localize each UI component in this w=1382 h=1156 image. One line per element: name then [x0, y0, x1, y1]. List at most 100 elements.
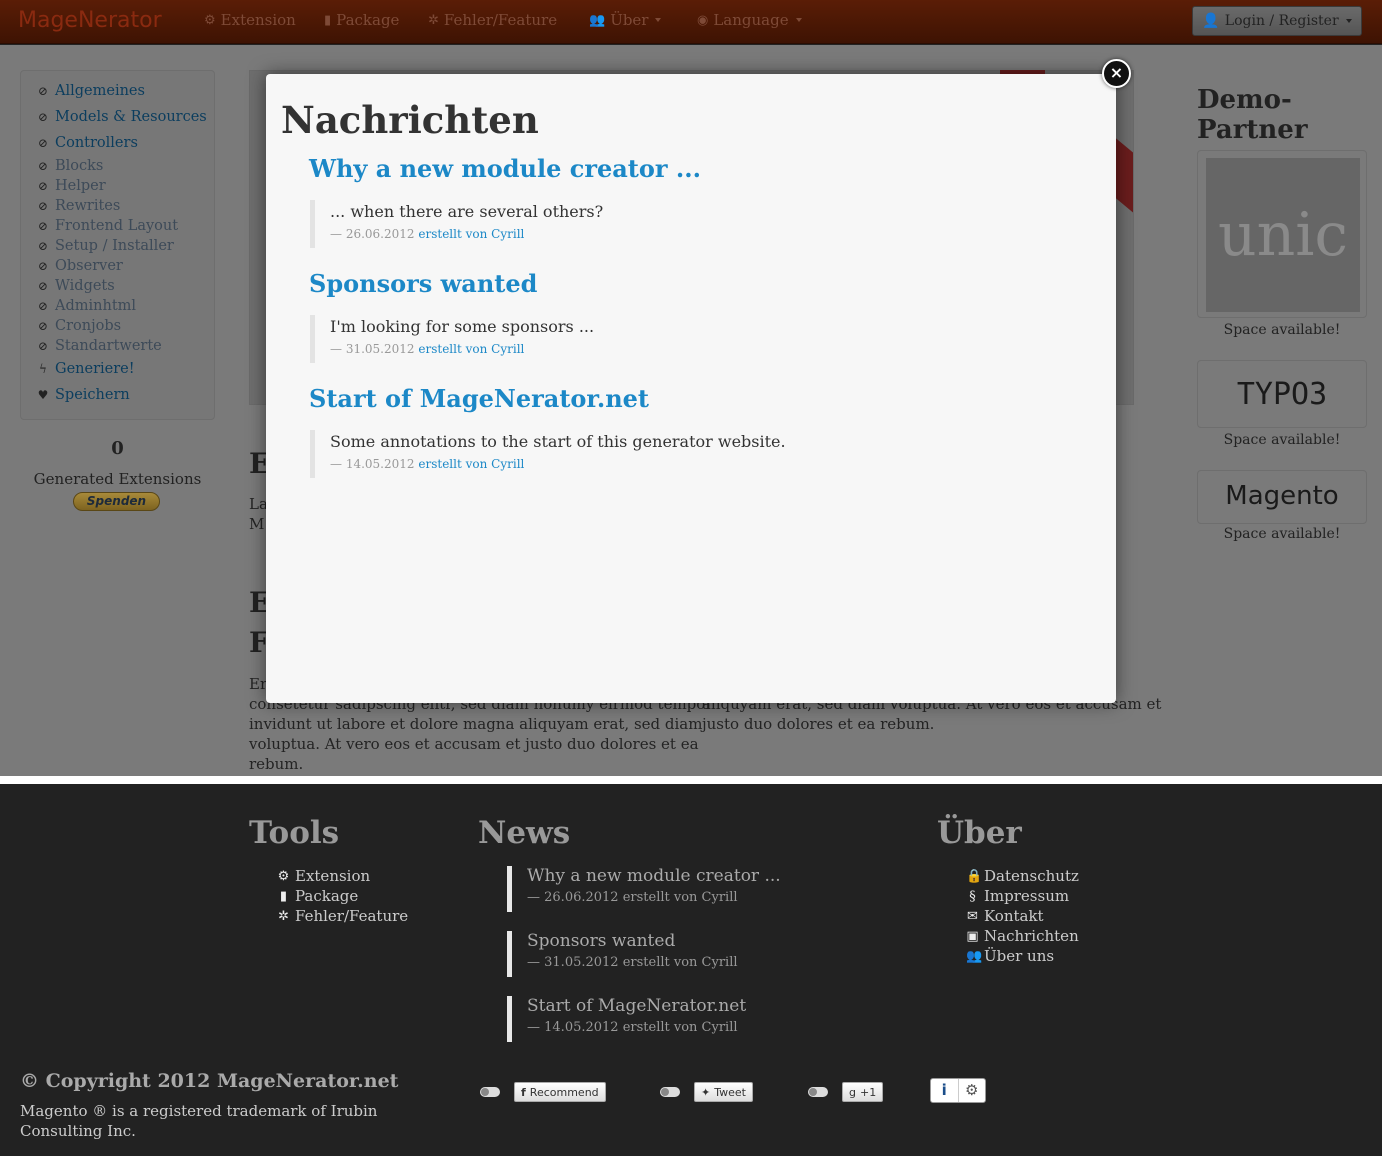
footer-news-meta-text: 26.06.2012 erstellt von Cyrill — [544, 890, 738, 905]
sidebar-item-adminhtml[interactable]: ⊘ Adminhtml — [37, 298, 136, 314]
news-title-link[interactable]: Why a new module creator ... — [309, 154, 701, 183]
bg-text-line: invidunt ut labore et dolore magna aliqu… — [249, 715, 703, 733]
globe-icon: ◉ — [697, 12, 709, 28]
gear-icon: ⚙ — [277, 868, 290, 884]
sidebar-item-blocks[interactable]: ⊘ Blocks — [37, 158, 103, 174]
nav-language-dropdown[interactable]: ◉ Language — [697, 11, 802, 29]
ban-icon: ⊘ — [37, 299, 49, 313]
info-icon[interactable]: i — [931, 1079, 959, 1102]
privacy-toggle[interactable] — [660, 1087, 680, 1097]
ban-icon: ⊘ — [37, 279, 49, 293]
ban-icon: ⊘ — [37, 339, 49, 353]
sidebar-item-observer[interactable]: ⊘ Observer — [37, 258, 123, 274]
footer-about-title: Über — [937, 815, 1022, 851]
brand-text: MageNerator — [18, 8, 162, 33]
bg-text-line: justo duo dolores et ea rebum. — [702, 715, 935, 733]
partner-typo3[interactable]: TYPO3 — [1197, 360, 1367, 428]
nav-ueber-dropdown[interactable]: 👥 Über — [589, 11, 662, 29]
sidebar-label: Adminhtml — [55, 298, 137, 314]
ban-icon: ⊘ — [37, 239, 49, 253]
news-modal: Nachrichten Why a new module creator ...… — [266, 74, 1116, 703]
footer-news-meta: — 14.05.2012 erstellt von Cyrill — [527, 1020, 738, 1035]
sidebar-item-widgets[interactable]: ⊘ Widgets — [37, 278, 115, 294]
sidebar-item-setup[interactable]: ⊘ Setup / Installer — [37, 238, 174, 254]
news-meta: — 26.06.2012 erstellt von Cyrill — [330, 227, 525, 241]
facebook-icon: f — [521, 1085, 526, 1099]
sidebar-item-allgemeines[interactable]: ⊘ Allgemeines — [37, 83, 145, 99]
sidebar-item-models[interactable]: ⊘ Models & Resources — [37, 109, 207, 125]
sidebar-item-generiere[interactable]: ϟ Generiere! — [37, 361, 135, 377]
nav-fehler-feature[interactable]: ✲ Fehler/Feature — [428, 11, 557, 29]
news-title-link[interactable]: Start of MageNerator.net — [309, 384, 649, 413]
google-plus-label: +1 — [859, 1085, 877, 1099]
sidebar-item-frontend-layout[interactable]: ⊘ Frontend Layout — [37, 218, 178, 234]
donate-button[interactable]: Spenden — [73, 492, 160, 511]
demo-partner-title: Demo-Partner — [1197, 85, 1308, 145]
footer-about-ueber-uns[interactable]: 👥 Über uns — [966, 947, 1054, 965]
footer-link-label: Extension — [295, 867, 371, 885]
gear-icon[interactable]: ⚙ — [959, 1079, 986, 1102]
sidebar-item-helper[interactable]: ⊘ Helper — [37, 178, 106, 194]
trademark-text: Magento ® is a registered trademark of I… — [20, 1102, 378, 1140]
bg-text-line: Er — [249, 675, 268, 693]
news-author-link[interactable]: erstellt von Cyrill — [418, 342, 524, 356]
modal-close-button[interactable]: × — [1102, 59, 1131, 88]
news-author-link[interactable]: erstellt von Cyrill — [418, 227, 524, 241]
modal-title: Nachrichten — [281, 98, 539, 142]
partner-magento[interactable]: Magento — [1197, 470, 1367, 524]
sidebar-label: Blocks — [55, 158, 104, 174]
privacy-toggle[interactable] — [808, 1087, 828, 1097]
sidebar-item-rewrites[interactable]: ⊘ Rewrites — [37, 198, 120, 214]
sidebar-label: Frontend Layout — [55, 218, 179, 234]
google-icon: g — [849, 1085, 856, 1099]
footer-about-nachrichten[interactable]: ▣ Nachrichten — [966, 927, 1078, 945]
sidebar-label: Allgemeines — [55, 83, 145, 99]
footer-about-kontakt[interactable]: ✉ Kontakt — [966, 907, 1044, 925]
footer-tool-extension[interactable]: ⚙ Extension — [277, 867, 371, 885]
sidebar-item-cronjobs[interactable]: ⊘ Cronjobs — [37, 318, 121, 334]
footer-about-datenschutz[interactable]: 🔒 Datenschutz — [966, 867, 1079, 885]
footer-news-item[interactable]: Why a new module creator ... — 26.06.201… — [507, 866, 781, 912]
news-author-link[interactable]: erstellt von Cyrill — [418, 457, 524, 471]
book-icon: ▮ — [279, 888, 288, 904]
bug-icon: ✲ — [278, 908, 289, 924]
sidebar-label: Setup / Installer — [55, 238, 174, 254]
google-plus-button[interactable]: g +1 — [842, 1082, 884, 1102]
sidebar-item-speichern[interactable]: ♥ Speichern — [37, 387, 130, 403]
footer-link-label: Fehler/Feature — [295, 907, 409, 925]
nav-package[interactable]: ▮ Package — [324, 11, 399, 29]
gear-icon: ⚙ — [204, 12, 216, 28]
brand-logo[interactable]: MageNerator — [18, 8, 162, 33]
sidebar-item-controllers[interactable]: ⊘ Controllers — [37, 135, 138, 151]
footer-news-item[interactable]: Sponsors wanted — 31.05.2012 erstellt vo… — [507, 931, 738, 977]
sidebar-label: Speichern — [55, 387, 130, 403]
nav-extension[interactable]: ⚙ Extension — [204, 11, 296, 29]
sidebar-label: Rewrites — [55, 198, 121, 214]
news-title-link[interactable]: Sponsors wanted — [309, 269, 537, 298]
footer-news-meta: — 31.05.2012 erstellt von Cyrill — [527, 955, 738, 970]
partner-unic[interactable]: unic — [1197, 150, 1367, 318]
magento-logo: Magento — [1225, 481, 1339, 511]
check-circle-icon: ⊘ — [37, 136, 49, 150]
social-settings: i ⚙ — [930, 1078, 986, 1103]
twitter-icon: ✦ — [701, 1085, 711, 1099]
news-item: Some annotations to the start of this ge… — [310, 430, 786, 478]
login-register-button[interactable]: 👤 Login / Register — [1192, 6, 1362, 36]
section-divider — [0, 776, 1382, 784]
sidebar-label: Standartwerte — [55, 338, 162, 354]
footer-tools-title: Tools — [249, 815, 340, 851]
news-item: I'm looking for some sponsors ... — 31.0… — [310, 315, 594, 363]
sidebar-item-standartwerte[interactable]: ⊘ Standartwerte — [37, 338, 162, 354]
facebook-recommend-button[interactable]: f Recommend — [514, 1082, 606, 1102]
privacy-toggle[interactable] — [480, 1087, 500, 1097]
check-circle-icon: ⊘ — [37, 110, 49, 124]
footer-about-impressum[interactable]: § Impressum — [966, 887, 1069, 905]
news-date: 26.06.2012 — [345, 227, 415, 241]
sidebar-label: Cronjobs — [55, 318, 122, 334]
tweet-button[interactable]: ✦ Tweet — [694, 1082, 753, 1102]
bg-text-line: rebum. — [249, 755, 304, 773]
footer-news-meta: — 26.06.2012 erstellt von Cyrill — [527, 890, 738, 905]
footer-tool-fehler[interactable]: ✲ Fehler/Feature — [277, 907, 408, 925]
footer-news-item[interactable]: Start of MageNerator.net — 14.05.2012 er… — [507, 996, 746, 1042]
footer-tool-package[interactable]: ▮ Package — [277, 887, 358, 905]
